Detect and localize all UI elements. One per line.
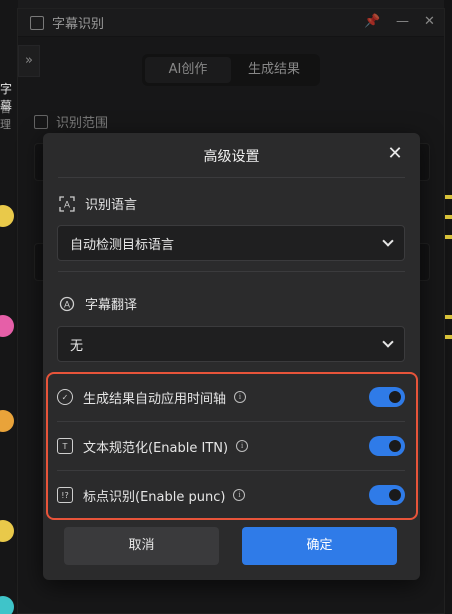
sticker-thumbnail xyxy=(0,596,14,614)
background-left-panel: 字幕 管理 xyxy=(0,0,18,614)
confirm-button[interactable]: 确定 xyxy=(242,527,397,565)
info-icon[interactable]: i xyxy=(236,440,249,452)
cancel-button[interactable]: 取消 xyxy=(64,527,219,565)
translation-select[interactable]: 无 xyxy=(57,326,405,362)
translate-icon: A xyxy=(59,296,75,312)
recognition-language-label: A 识别语言 xyxy=(59,194,137,213)
background-label: 管理 xyxy=(0,102,11,131)
check-badge-icon: ✓ xyxy=(57,389,73,405)
option-auto-timeline: ✓ 生成结果自动应用时间轴 i xyxy=(57,377,405,417)
option-label: 文本规范化(Enable ITN) xyxy=(83,440,229,456)
enable-punc-toggle[interactable] xyxy=(369,485,405,505)
sticker-thumbnail xyxy=(0,205,14,227)
option-label: 生成结果自动应用时间轴 xyxy=(83,391,227,407)
divider xyxy=(58,271,405,272)
option-enable-punc: !? 标点识别(Enable punc) i xyxy=(57,475,405,515)
translation-select-value: 无 xyxy=(70,338,84,354)
text-recognition-icon: A xyxy=(59,195,75,212)
background-right-panel xyxy=(444,0,452,614)
subtitle-translation-label: A 字幕翻译 xyxy=(59,294,137,313)
advanced-settings-dialog: 高级设置 ✕ A 识别语言 自动检测目标语言 A 字幕翻译 无 ✓ 生成结果自动… xyxy=(43,133,420,580)
sticker-thumbnail xyxy=(0,520,14,542)
sticker-thumbnail xyxy=(0,315,14,337)
language-select-value: 自动检测目标语言 xyxy=(70,237,175,253)
chevron-down-icon xyxy=(382,336,394,348)
option-enable-itn: T 文本规范化(Enable ITN) i xyxy=(57,426,405,466)
svg-text:A: A xyxy=(64,299,70,309)
svg-text:A: A xyxy=(64,199,70,209)
dialog-title: 高级设置 xyxy=(203,149,260,165)
language-select[interactable]: 自动检测目标语言 xyxy=(57,225,405,261)
divider xyxy=(57,421,405,422)
divider xyxy=(57,470,405,471)
chevron-down-icon xyxy=(382,235,394,247)
enable-itn-toggle[interactable] xyxy=(369,436,405,456)
option-label: 标点识别(Enable punc) xyxy=(83,489,226,505)
text-normalize-icon: T xyxy=(57,438,73,454)
auto-timeline-toggle[interactable] xyxy=(369,387,405,407)
info-icon[interactable]: i xyxy=(233,489,246,501)
close-icon[interactable]: ✕ xyxy=(386,145,404,163)
punctuation-icon: !? xyxy=(57,487,73,503)
sticker-thumbnail xyxy=(0,410,14,432)
divider xyxy=(58,177,405,178)
info-icon[interactable]: i xyxy=(234,391,247,403)
